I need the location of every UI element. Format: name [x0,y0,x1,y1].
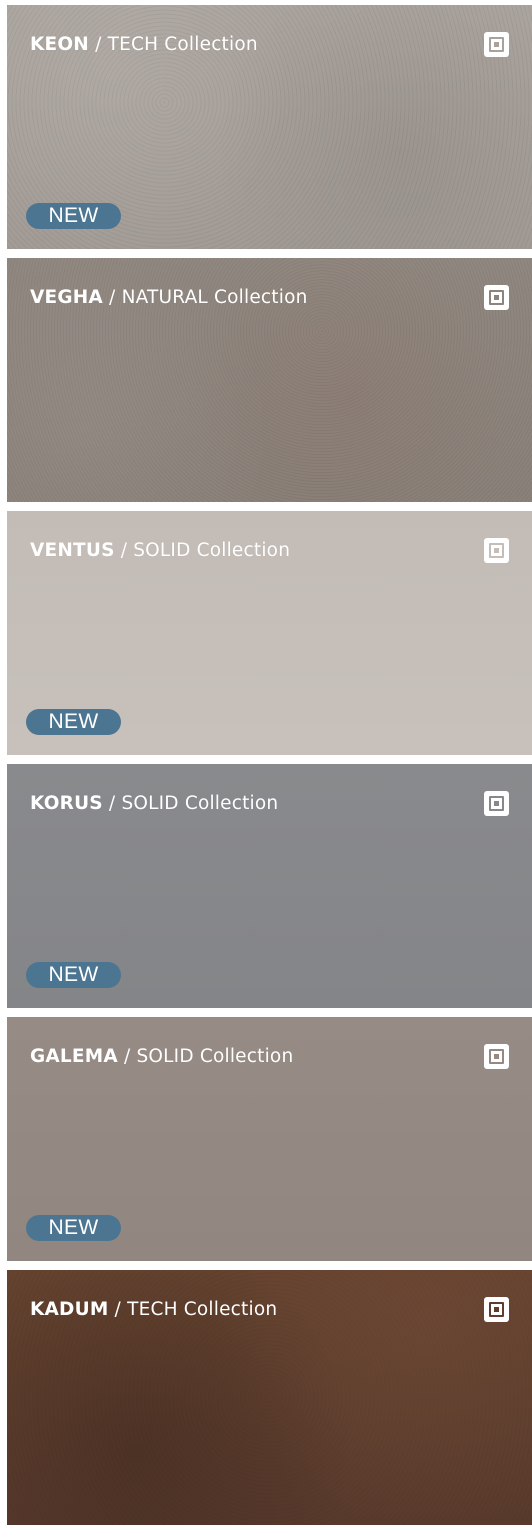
product-name: KEON [30,34,89,55]
collection-name: SOLID Collection [136,1046,294,1067]
title-separator: / [88,34,108,55]
product-name: KORUS [30,793,103,814]
sample-square-icon[interactable] [484,1044,509,1069]
product-name: VENTUS [30,540,115,561]
product-title: KORUS / SOLID Collection [30,793,278,814]
sample-square-icon[interactable] [484,538,509,563]
new-badge: NEW [26,962,121,988]
product-title: VEGHA / NATURAL Collection [30,287,308,308]
product-title: KEON / TECH Collection [30,34,258,55]
title-separator: / [108,1299,128,1320]
sample-square-icon[interactable] [484,32,509,57]
collection-name: TECH Collection [107,34,258,55]
product-card-vegha[interactable]: VEGHA / NATURAL Collection [7,258,532,502]
collection-name: TECH Collection [127,1299,278,1320]
product-name: VEGHA [30,287,103,308]
product-name: GALEMA [30,1046,118,1067]
new-badge: NEW [26,1215,121,1241]
collection-name: SOLID Collection [121,793,279,814]
product-name: KADUM [30,1299,109,1320]
title-separator: / [102,287,122,308]
title-separator: / [102,793,122,814]
product-list: KEON / TECH Collection NEW VEGHA / NATUR… [7,5,532,1525]
title-separator: / [117,1046,137,1067]
new-badge: NEW [26,709,121,735]
collection-name: SOLID Collection [133,540,291,561]
product-card-ventus[interactable]: VENTUS / SOLID Collection NEW [7,511,532,755]
new-badge: NEW [26,203,121,229]
product-card-keon[interactable]: KEON / TECH Collection NEW [7,5,532,249]
product-title: VENTUS / SOLID Collection [30,540,290,561]
title-separator: / [114,540,134,561]
collection-name: NATURAL Collection [121,287,308,308]
product-title: KADUM / TECH Collection [30,1299,277,1320]
product-card-kadum[interactable]: KADUM / TECH Collection [7,1270,532,1525]
product-card-korus[interactable]: KORUS / SOLID Collection NEW [7,764,532,1008]
product-card-galema[interactable]: GALEMA / SOLID Collection NEW [7,1017,532,1261]
sample-square-icon[interactable] [484,1297,509,1322]
sample-square-icon[interactable] [484,285,509,310]
product-title: GALEMA / SOLID Collection [30,1046,293,1067]
sample-square-icon[interactable] [484,791,509,816]
